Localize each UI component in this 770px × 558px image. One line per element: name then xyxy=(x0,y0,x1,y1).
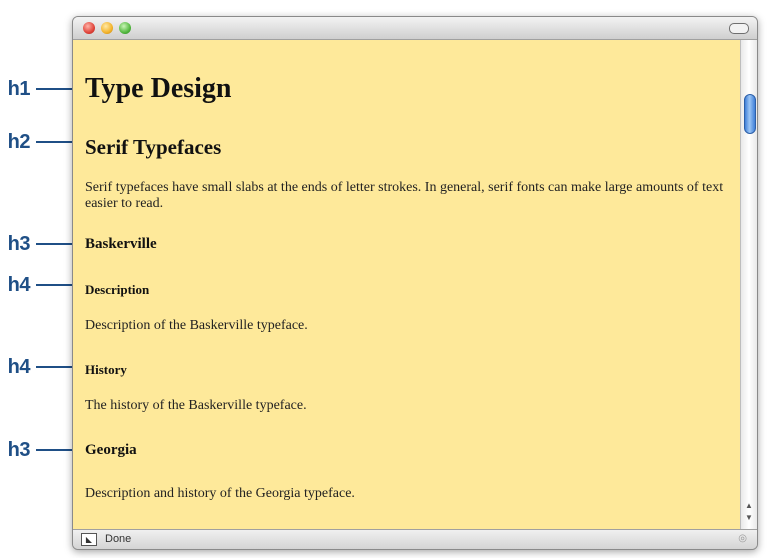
annotation-line xyxy=(36,88,76,90)
georgia-paragraph: Description and history of the Georgia t… xyxy=(85,486,355,501)
annotation-h4: h4 xyxy=(0,355,76,379)
heading-history: History xyxy=(85,362,127,377)
title-bar[interactable] xyxy=(73,17,757,40)
heading-type-design: Type Design xyxy=(85,73,232,104)
heading-serif-typefaces: Serif Typefaces xyxy=(85,135,222,159)
description-paragraph: Description of the Baskerville typeface. xyxy=(85,318,308,333)
page-content: Type Design Serif Typefaces Serif typefa… xyxy=(73,40,741,529)
resize-grip-icon[interactable]: ◎ xyxy=(738,533,747,544)
vertical-scrollbar[interactable]: ▲ ▼ xyxy=(740,40,757,529)
annotation-label: h4 xyxy=(7,273,31,296)
annotation-label: h1 xyxy=(7,77,31,100)
status-text: Done xyxy=(105,533,132,545)
annotation-line xyxy=(36,243,76,245)
annotation-label: h2 xyxy=(7,130,31,153)
annotation-label: h3 xyxy=(7,232,31,255)
heading-description: Description xyxy=(85,282,150,297)
minimize-button[interactable] xyxy=(101,22,113,34)
annotation-line xyxy=(36,449,76,451)
annotation-line xyxy=(36,284,76,286)
scroll-down-arrow-icon[interactable]: ▼ xyxy=(744,514,754,522)
browser-window: Type Design Serif Typefaces Serif typefa… xyxy=(72,16,758,550)
annotation-line xyxy=(36,366,76,368)
annotation-h3: h3 xyxy=(0,438,76,462)
annotation-line xyxy=(36,141,76,143)
status-bar: ◣ Done ◎ xyxy=(73,529,757,549)
annotation-label: h4 xyxy=(7,355,31,378)
annotation-label: h3 xyxy=(7,438,31,461)
toolbar-toggle-button[interactable] xyxy=(729,23,749,34)
scroll-up-arrow-icon[interactable]: ▲ xyxy=(744,502,754,510)
annotation-h1: h1 xyxy=(0,77,76,101)
scrollbar-thumb[interactable] xyxy=(744,94,756,134)
annotation-h4: h4 xyxy=(0,273,76,297)
annotation-h2: h2 xyxy=(0,130,76,154)
history-paragraph: The history of the Baskerville typeface. xyxy=(85,398,307,413)
heading-baskerville: Baskerville xyxy=(85,236,157,252)
heading-georgia: Georgia xyxy=(85,442,137,458)
annotation-h3: h3 xyxy=(0,232,76,256)
zoom-button[interactable] xyxy=(119,22,131,34)
status-page-icon: ◣ xyxy=(81,533,97,546)
intro-paragraph: Serif typefaces have small slabs at the … xyxy=(85,180,724,211)
close-button[interactable] xyxy=(83,22,95,34)
